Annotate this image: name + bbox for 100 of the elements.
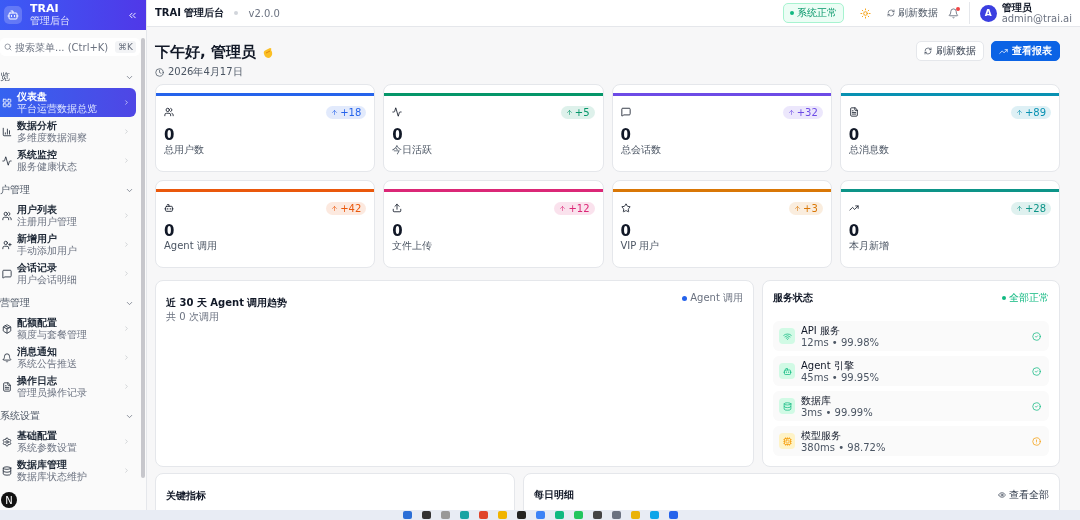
stat-value: 0: [620, 223, 632, 239]
database-icon: [779, 398, 795, 414]
chevron-right-icon: [123, 212, 130, 219]
nav-item[interactable]: 基础配置 系统参数设置: [0, 427, 136, 456]
delta-badge: +42: [326, 201, 367, 215]
nav-title: 数据库管理: [17, 458, 68, 471]
panel-title: 每日明细: [534, 488, 574, 502]
nav-item[interactable]: 系统监控 服务健康状态: [0, 146, 136, 175]
trend-icon: [848, 203, 859, 213]
stat-value: 0: [164, 223, 176, 239]
nav-item[interactable]: 仪表盘 平台运营数据总览: [0, 88, 136, 117]
notification-button[interactable]: [947, 7, 959, 19]
nav-title: 配额配置: [17, 316, 58, 329]
arrow-up-icon: [565, 108, 573, 116]
avatar[interactable]: A: [979, 4, 997, 22]
chat-icon: [2, 268, 12, 279]
stat-value: 0: [848, 127, 861, 143]
nav-item[interactable]: 消息通知 系统公告推送: [0, 343, 136, 372]
pulse-icon: [2, 155, 12, 166]
app-title: TRAI 管理后台: [155, 6, 225, 20]
eye-icon: [998, 491, 1006, 499]
check-icon: [1032, 401, 1041, 411]
refresh-button[interactable]: 刷新数据: [916, 41, 984, 61]
group-header[interactable]: 营管理: [0, 292, 146, 314]
refresh-button[interactable]: 刷新数据: [886, 6, 938, 20]
document-icon: [848, 107, 859, 117]
check-icon: [1032, 366, 1041, 376]
users-icon: [164, 107, 174, 117]
shortcut-hint: ⌘K: [115, 41, 136, 53]
nav-title: 仪表盘: [17, 90, 47, 103]
chevron-right-icon: [123, 241, 130, 248]
chevron-right-icon: [123, 270, 130, 277]
delta-badge: +18: [326, 105, 367, 119]
service-metrics: 45ms • 99.95%: [801, 371, 881, 383]
version-label: v2.0.0: [248, 7, 280, 19]
nav-subtitle: 管理员操作记录: [17, 386, 88, 399]
search-field[interactable]: 搜索菜单... (Ctrl+K) ⌘K: [0, 38, 140, 56]
service-metrics: 3ms • 99.99%: [801, 406, 874, 418]
nav-subtitle: 服务健康状态: [17, 160, 78, 173]
stat-label: 总用户数: [164, 143, 205, 157]
trend-icon: [999, 46, 1008, 56]
nav-subtitle: 注册用户管理: [17, 215, 78, 228]
nav-subtitle: 多维度数据洞察: [17, 131, 88, 144]
service-name: 模型服务: [801, 429, 842, 442]
user-plus-icon: [2, 239, 12, 250]
stat-label: 文件上传: [392, 239, 434, 253]
panel-title: 服务状态: [773, 291, 813, 305]
nav-item[interactable]: 数据库管理 数据库状态维护: [0, 456, 136, 485]
delta-badge: +32: [782, 105, 823, 119]
star-icon: [620, 203, 631, 213]
search-icon: [4, 43, 12, 51]
nav-title: 会话记录: [17, 261, 58, 274]
nav-item[interactable]: 会话记录 用户会话明细: [0, 259, 136, 288]
nav-item[interactable]: 操作日志 管理员操作记录: [0, 372, 136, 401]
chevron-right-icon: [123, 354, 130, 361]
greeting-title: 下午好, 管理员: [155, 43, 256, 62]
chevron-right-icon: [123, 383, 130, 390]
robot-icon: [164, 203, 174, 213]
stat-value: 0: [392, 127, 404, 143]
group-header[interactable]: 系统设置: [0, 405, 146, 427]
sun-icon[interactable]: [859, 7, 871, 19]
panel-title: 近 30 天 Agent 调用趋势: [166, 297, 288, 308]
nav-item[interactable]: 新增用户 手动添加用户: [0, 230, 136, 259]
group-header[interactable]: 览: [0, 66, 146, 88]
nav-subtitle: 系统参数设置: [17, 441, 78, 454]
stat-value: 0: [620, 127, 632, 143]
arrow-up-icon: [331, 204, 339, 212]
bar-chart-icon: [2, 126, 12, 137]
chevron-right-icon: [123, 157, 130, 164]
user-name: 管理员: [1001, 2, 1033, 13]
stat-value: 0: [848, 223, 861, 239]
document-icon: [2, 381, 12, 392]
stat-value: 0: [164, 127, 176, 143]
package-icon: [2, 323, 12, 334]
nav-item[interactable]: 配额配置 额度与套餐管理: [0, 314, 136, 343]
delta-badge: +28: [1010, 201, 1051, 215]
panel-subtitle: 共 0 次调用: [166, 310, 220, 324]
arrow-up-icon: [787, 108, 795, 116]
nav-subtitle: 手动添加用户: [17, 244, 78, 257]
report-button[interactable]: 查看报表: [991, 41, 1060, 61]
chip-icon: [779, 433, 795, 449]
nav-title: 数据分析: [17, 119, 58, 132]
wifi-icon: [779, 328, 795, 344]
nav-item[interactable]: 用户列表 注册用户管理: [0, 201, 136, 230]
refresh-icon: [886, 9, 895, 17]
nav-item[interactable]: 数据分析 多维度数据洞察: [0, 117, 136, 146]
nav-title: 消息通知: [17, 345, 58, 358]
floating-badge[interactable]: N: [1, 492, 17, 508]
pulse-icon: [392, 107, 403, 117]
chat-icon: [620, 107, 631, 117]
service-name: API 服务: [801, 324, 841, 337]
nav-subtitle: 额度与套餐管理: [17, 328, 88, 341]
arrow-up-icon: [1015, 204, 1023, 212]
stat-label: 总会话数: [620, 143, 662, 157]
refresh-icon: [924, 47, 932, 55]
chevron-right-icon: [123, 128, 130, 135]
nav-subtitle: 平台运营数据总览: [17, 102, 98, 115]
view-all-link[interactable]: 查看全部: [998, 488, 1049, 502]
group-header[interactable]: 户管理: [0, 179, 146, 201]
scrollbar[interactable]: [141, 38, 145, 478]
